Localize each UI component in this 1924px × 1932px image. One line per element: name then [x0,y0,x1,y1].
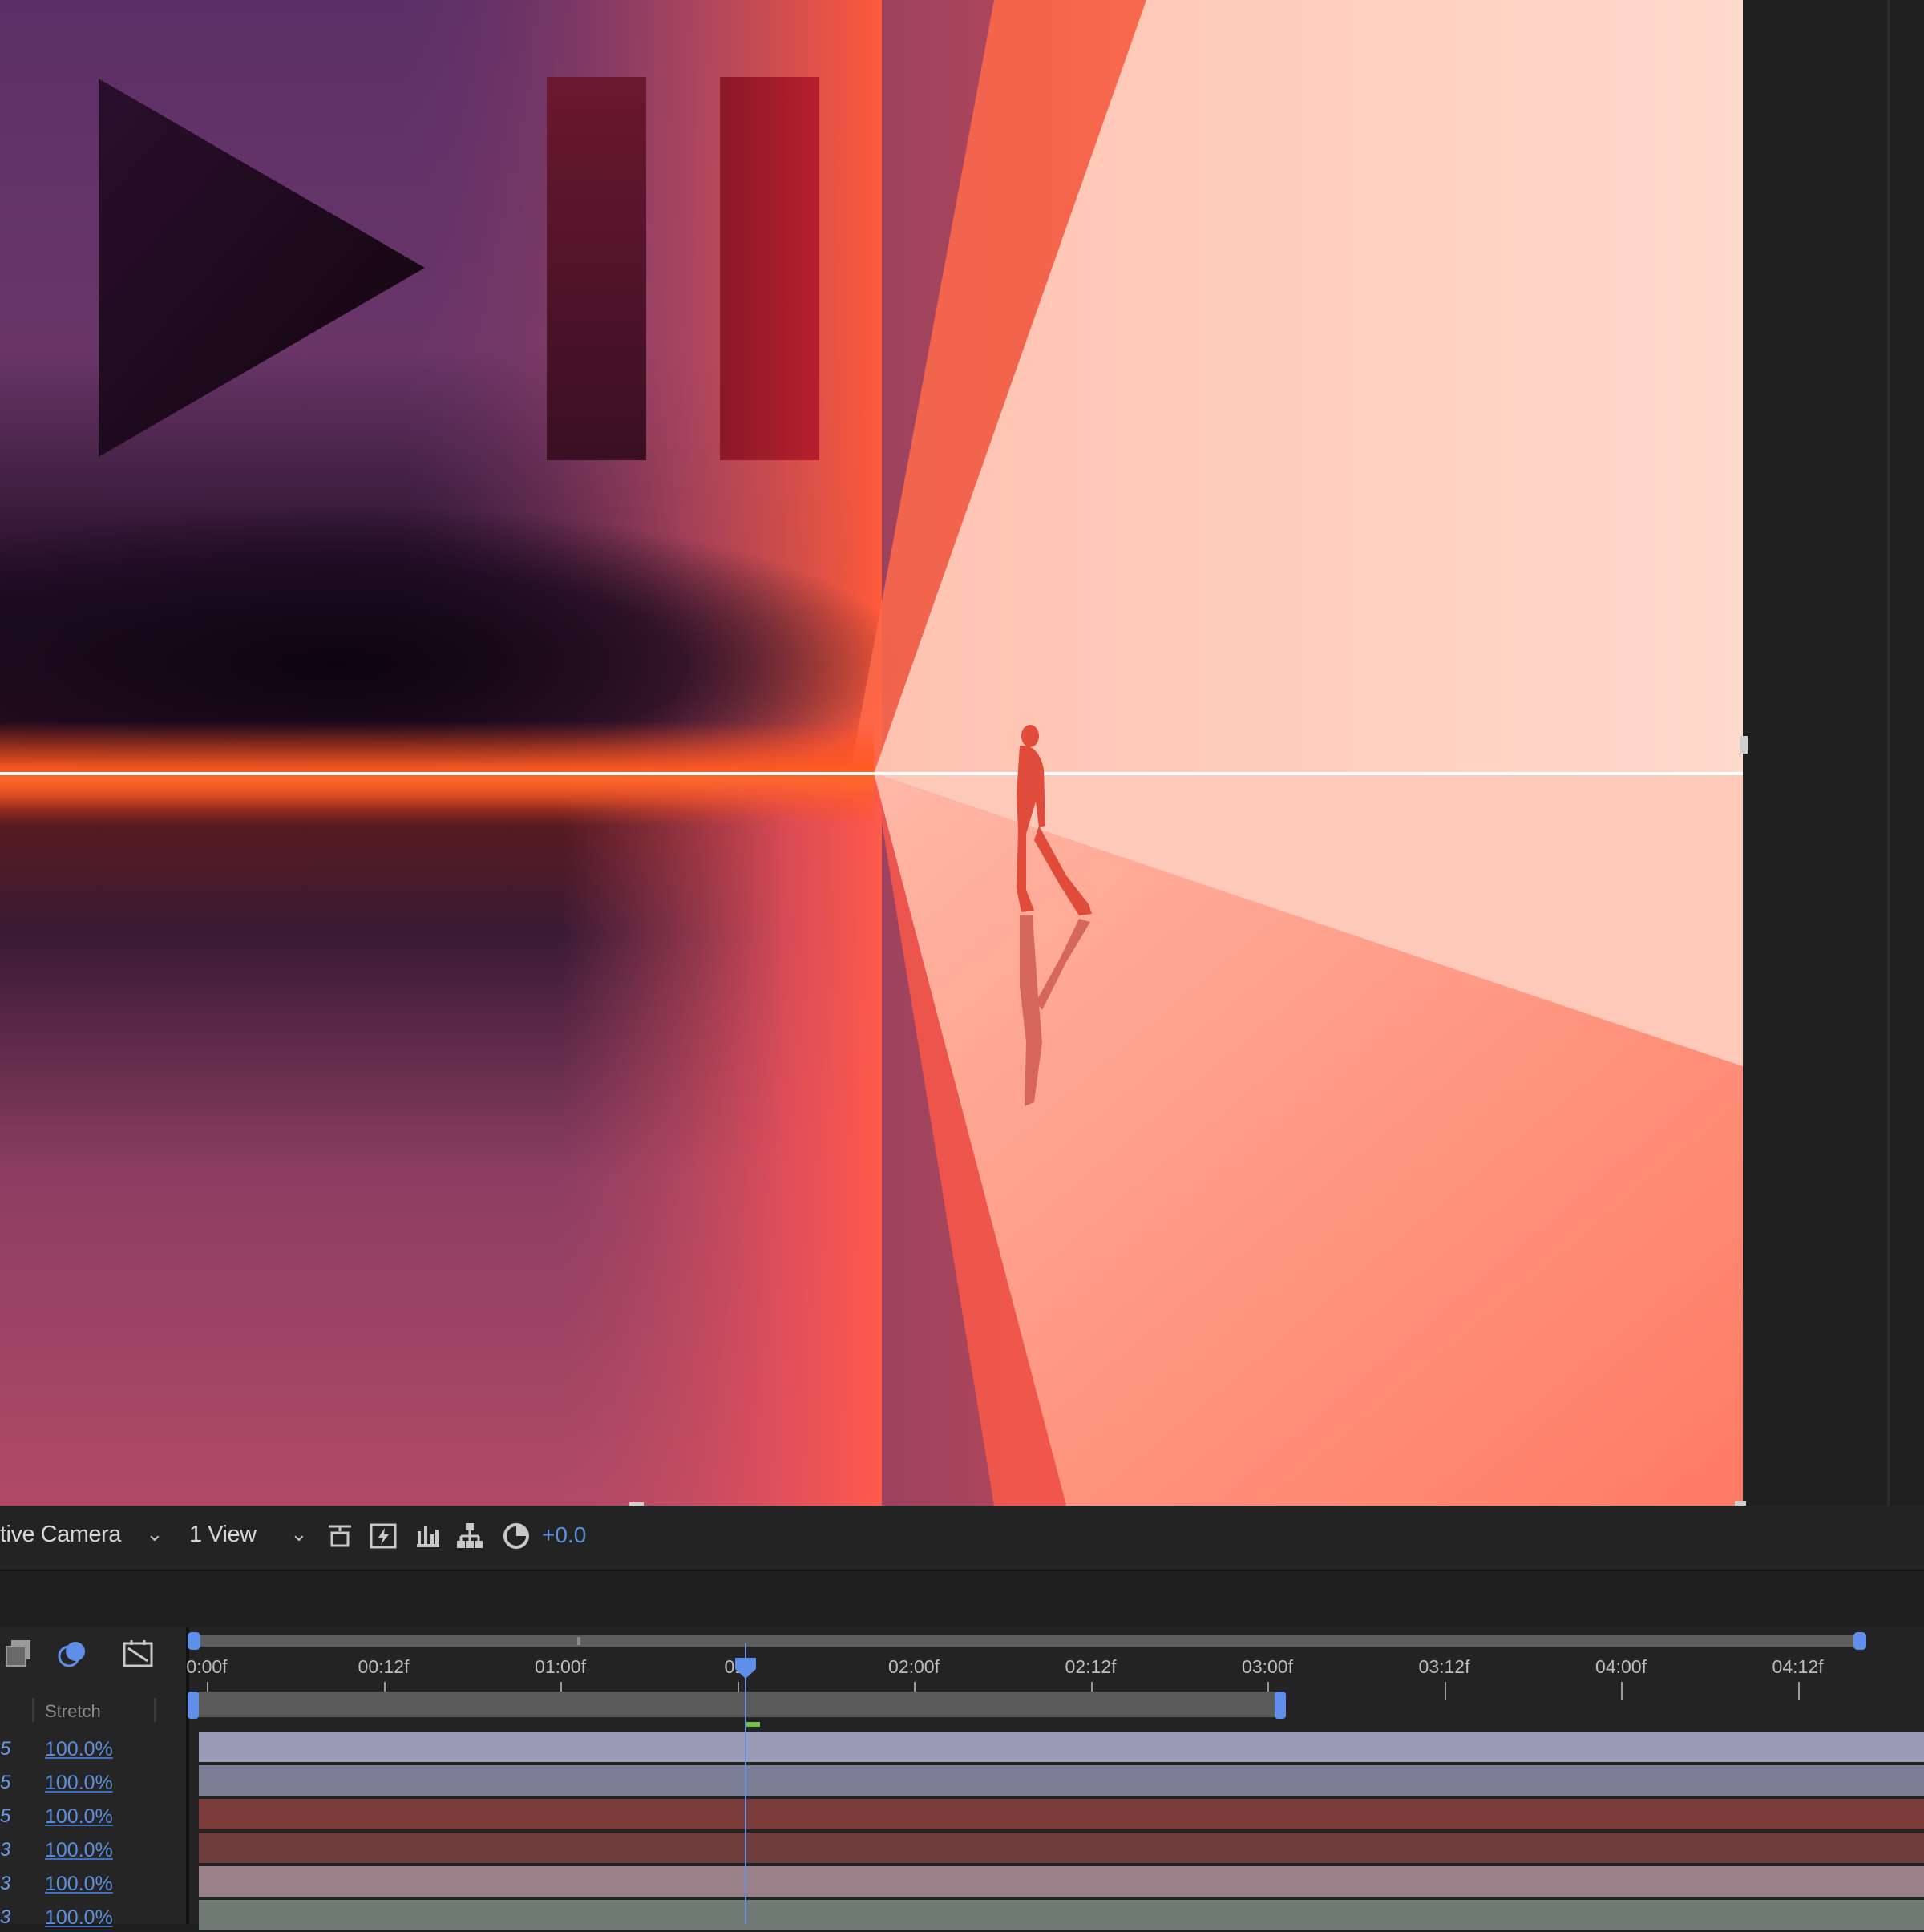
ruler-time-label: 03:00f [1242,1656,1293,1677]
layer-row[interactable]: 3 100.0% [0,1833,186,1865]
viewer-toolbar: tive Camera ⌄ 1 View ⌄ +0.0 [0,1506,1924,1571]
draft-3d-icon[interactable] [120,1635,156,1671]
column-divider [154,1698,156,1722]
layer-row[interactable]: 3 100.0% [0,1866,186,1898]
camera-select[interactable]: tive Camera [0,1522,121,1548]
layer-index: 5 [0,1738,11,1760]
stretch-value[interactable]: 100.0% [45,1805,113,1829]
exposure-value[interactable]: +0.0 [542,1522,586,1548]
camera-select-chevron-icon[interactable]: ⌄ [146,1522,164,1546]
time-navigator[interactable] [192,1635,1861,1647]
layer-index: 3 [0,1873,11,1894]
stretch-value[interactable]: 100.0% [45,1839,113,1862]
pause-icon-left-bar [547,77,646,460]
layer-bar[interactable] [199,1765,1924,1796]
panel-divider [1887,0,1890,1506]
fast-preview-icon[interactable] [367,1520,399,1552]
layer-index: 5 [0,1772,11,1793]
layer-index: 3 [0,1906,11,1928]
floor-glow [561,774,882,1506]
exposure-reset-icon[interactable] [500,1520,532,1552]
view-select-chevron-icon[interactable]: ⌄ [290,1522,308,1546]
flowchart-icon[interactable] [454,1520,486,1552]
playhead-line[interactable] [745,1643,746,1924]
navigator-end-handle[interactable] [1853,1632,1866,1650]
layer-bar[interactable] [199,1833,1924,1863]
ruler-time-label: 04:00f [1595,1656,1647,1677]
view-layout-select[interactable]: 1 View [189,1522,257,1548]
ruler-tick [1621,1682,1623,1700]
ruler-time-label: 04:12f [1772,1656,1824,1677]
ruler-tick [1797,1682,1800,1700]
timeline-header-gap [0,1571,1924,1627]
playhead-handle-icon[interactable] [734,1656,758,1680]
channel-icon[interactable] [412,1520,444,1552]
layer-row[interactable]: 3 100.0% [0,1900,186,1932]
layer-bar[interactable] [199,1732,1924,1762]
stretch-value[interactable]: 100.0% [45,1873,113,1896]
composition-frame [0,0,1743,1506]
horizon-line [0,772,1743,775]
side-panel [1743,0,1924,1506]
layer-bar[interactable] [199,1900,1924,1930]
layer-row[interactable]: 5 100.0% [0,1799,186,1831]
comp-layers-icon[interactable] [2,1635,37,1671]
ruler-time-label: 00:12f [358,1656,410,1677]
composition-viewer[interactable] [0,0,1743,1506]
layer-bar[interactable] [199,1866,1924,1897]
stretch-value[interactable]: 100.0% [45,1772,113,1795]
cache-indicator [746,1722,760,1727]
ruler-time-label: 0:00f [186,1656,228,1677]
ruler-time-label: 02:12f [1065,1656,1117,1677]
layer-row[interactable]: 5 100.0% [0,1732,186,1764]
navigator-start-handle[interactable] [188,1632,200,1650]
pause-icon-right-bar [720,77,819,460]
layer-row[interactable]: 5 100.0% [0,1765,186,1797]
ruler-time-label: 02:00f [888,1656,940,1677]
ruler-tick [1444,1682,1446,1700]
stretch-value[interactable]: 100.0% [45,1738,113,1761]
layer-index: 3 [0,1839,11,1861]
work-area-end-handle[interactable] [1275,1692,1286,1719]
viewer-resize-handle[interactable] [1740,736,1748,754]
work-area-bar[interactable] [192,1692,1281,1717]
motion-blur-icon[interactable] [55,1635,90,1671]
layer-bar[interactable] [199,1799,1924,1829]
navigator-marker [577,1637,580,1645]
layer-columns: Stretch 5 100.0% 5 100.0% 5 100.0% 3 100… [0,1627,186,1929]
layer-index: 5 [0,1805,11,1827]
stretch-column-header[interactable]: Stretch [45,1701,101,1722]
stretch-value[interactable]: 100.0% [45,1906,113,1930]
ruler-time-label: 03:12f [1418,1656,1470,1677]
timeline-panel: Stretch 5 100.0% 5 100.0% 5 100.0% 3 100… [0,1627,1924,1930]
grid-guides-icon[interactable] [324,1520,356,1552]
work-area-start-handle[interactable] [188,1692,199,1719]
column-divider [32,1698,34,1722]
ruler-time-label: 01:00f [535,1656,586,1677]
